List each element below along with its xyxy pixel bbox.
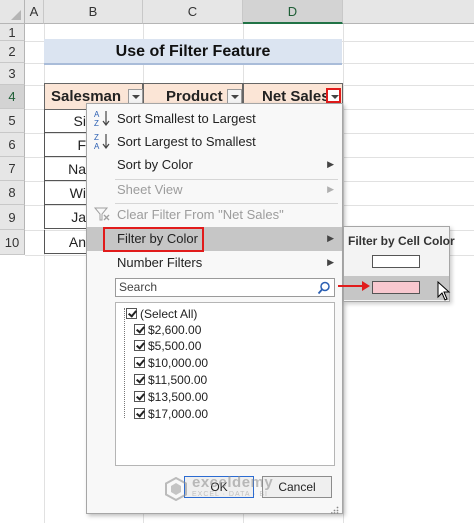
- menu-item-sort-ascending[interactable]: AZ Sort Smallest to Largest: [87, 107, 342, 130]
- salesman-cell[interactable]: Si: [44, 109, 88, 133]
- row-header-10[interactable]: 10: [0, 230, 25, 255]
- checkbox[interactable]: [134, 391, 145, 402]
- checkbox[interactable]: [134, 340, 145, 351]
- menu-item-label: Sort by Color: [117, 157, 193, 172]
- value-item-select-all[interactable]: (Select All): [126, 306, 198, 322]
- value-label: $5,500.00: [148, 339, 202, 353]
- sort-ascending-icon: AZ: [93, 109, 111, 128]
- svg-text:A: A: [94, 142, 100, 150]
- clear-filter-icon: [93, 205, 111, 223]
- menu-item-sort-by-color[interactable]: Sort by Color ▶: [87, 153, 342, 176]
- filter-dropdown-product[interactable]: [227, 89, 242, 104]
- value-label: (Select All): [140, 307, 198, 321]
- sheet-title: Use of Filter Feature: [44, 39, 342, 65]
- value-item[interactable]: $2,600.00: [134, 322, 202, 338]
- menu-item-label: Sort Largest to Smallest: [117, 134, 256, 149]
- search-placeholder: Search: [119, 280, 158, 294]
- sort-descending-icon: ZA: [93, 132, 111, 151]
- value-label: $13,500.00: [148, 390, 209, 404]
- row-header-7[interactable]: 7: [0, 157, 25, 181]
- exceldemy-logo-icon: [165, 477, 187, 501]
- menu-item-number-filters[interactable]: Number Filters ▶: [87, 251, 342, 274]
- value-item[interactable]: $17,000.00: [134, 406, 209, 422]
- value-item[interactable]: $13,500.00: [134, 389, 209, 405]
- submenu-arrow-icon: ▶: [327, 233, 334, 243]
- column-header-a[interactable]: A: [25, 0, 44, 24]
- row-header-1[interactable]: 1: [0, 24, 25, 41]
- column-header-c[interactable]: C: [143, 0, 243, 24]
- row-header-9[interactable]: 9: [0, 205, 25, 230]
- checkbox[interactable]: [134, 324, 145, 335]
- svg-text:Z: Z: [94, 133, 99, 142]
- menu-item-label: Clear Filter From "Net Sales": [117, 207, 284, 222]
- menu-item-sheet-view: Sheet View ▶: [87, 178, 342, 201]
- tree-connector: [124, 308, 125, 418]
- menu-item-label: Sheet View: [117, 182, 183, 197]
- checkbox[interactable]: [134, 408, 145, 419]
- value-item[interactable]: $10,000.00: [134, 355, 209, 371]
- filter-dropdown-net-sales[interactable]: [326, 88, 341, 103]
- row-header-5[interactable]: 5: [0, 109, 25, 133]
- row-header-2[interactable]: 2: [0, 41, 25, 63]
- checkbox[interactable]: [134, 374, 145, 385]
- row-header-4[interactable]: 4: [0, 85, 25, 109]
- highlight-box: [103, 227, 204, 252]
- salesman-cell[interactable]: An: [44, 230, 88, 254]
- row-header-6[interactable]: 6: [0, 133, 25, 157]
- swatch-no-fill[interactable]: [372, 255, 420, 268]
- svg-text:Z: Z: [94, 119, 99, 127]
- watermark-tagline: EXCEL · DATA · BI: [192, 491, 268, 498]
- column-header-b[interactable]: B: [44, 0, 143, 24]
- watermark: exceldemy EXCEL · DATA · BI: [164, 474, 273, 504]
- submenu-arrow-icon: ▶: [327, 257, 334, 267]
- red-arrow-icon: [338, 281, 370, 291]
- submenu-arrow-icon: ▶: [327, 159, 334, 169]
- salesman-cell[interactable]: Na: [44, 157, 88, 181]
- filter-values-list: (Select All) $2,600.00 $5,500.00 $10,000…: [115, 302, 335, 466]
- salesman-cell[interactable]: Wi: [44, 181, 88, 205]
- menu-item-clear-filter: Clear Filter From "Net Sales": [87, 203, 342, 226]
- watermark-name: exceldemy: [192, 474, 274, 491]
- salesman-cell[interactable]: F: [44, 133, 88, 157]
- filter-search-input[interactable]: Search: [115, 278, 335, 297]
- salesman-cell[interactable]: Ja: [44, 205, 88, 229]
- autofilter-menu: AZ Sort Smallest to Largest ZA Sort Larg…: [86, 103, 343, 514]
- submenu-header: Filter by Cell Color: [348, 234, 455, 248]
- row-header-8[interactable]: 8: [0, 181, 25, 205]
- checkbox[interactable]: [134, 357, 145, 368]
- value-item[interactable]: $11,500.00: [134, 372, 208, 388]
- menu-item-sort-descending[interactable]: ZA Sort Largest to Smallest: [87, 130, 342, 153]
- menu-item-label: Number Filters: [117, 255, 203, 270]
- value-label: $10,000.00: [148, 356, 209, 370]
- swatch-pink[interactable]: [372, 281, 420, 294]
- mouse-pointer-icon: [437, 281, 451, 301]
- checkbox[interactable]: [126, 308, 137, 319]
- filter-dropdown-salesman[interactable]: [128, 89, 143, 104]
- value-label: $2,600.00: [148, 323, 202, 337]
- column-header-blank: [343, 0, 474, 24]
- submenu-arrow-icon: ▶: [327, 184, 334, 194]
- svg-text:A: A: [94, 110, 100, 119]
- select-all-corner[interactable]: [0, 0, 25, 24]
- value-label: $11,500.00: [148, 373, 208, 387]
- menu-item-label: Sort Smallest to Largest: [117, 111, 256, 126]
- value-label: $17,000.00: [148, 407, 209, 421]
- resize-grip-icon[interactable]: [330, 502, 339, 514]
- row-header-3[interactable]: 3: [0, 63, 25, 85]
- value-item[interactable]: $5,500.00: [134, 338, 202, 354]
- search-icon: [317, 281, 331, 295]
- column-header-d[interactable]: D: [243, 0, 343, 24]
